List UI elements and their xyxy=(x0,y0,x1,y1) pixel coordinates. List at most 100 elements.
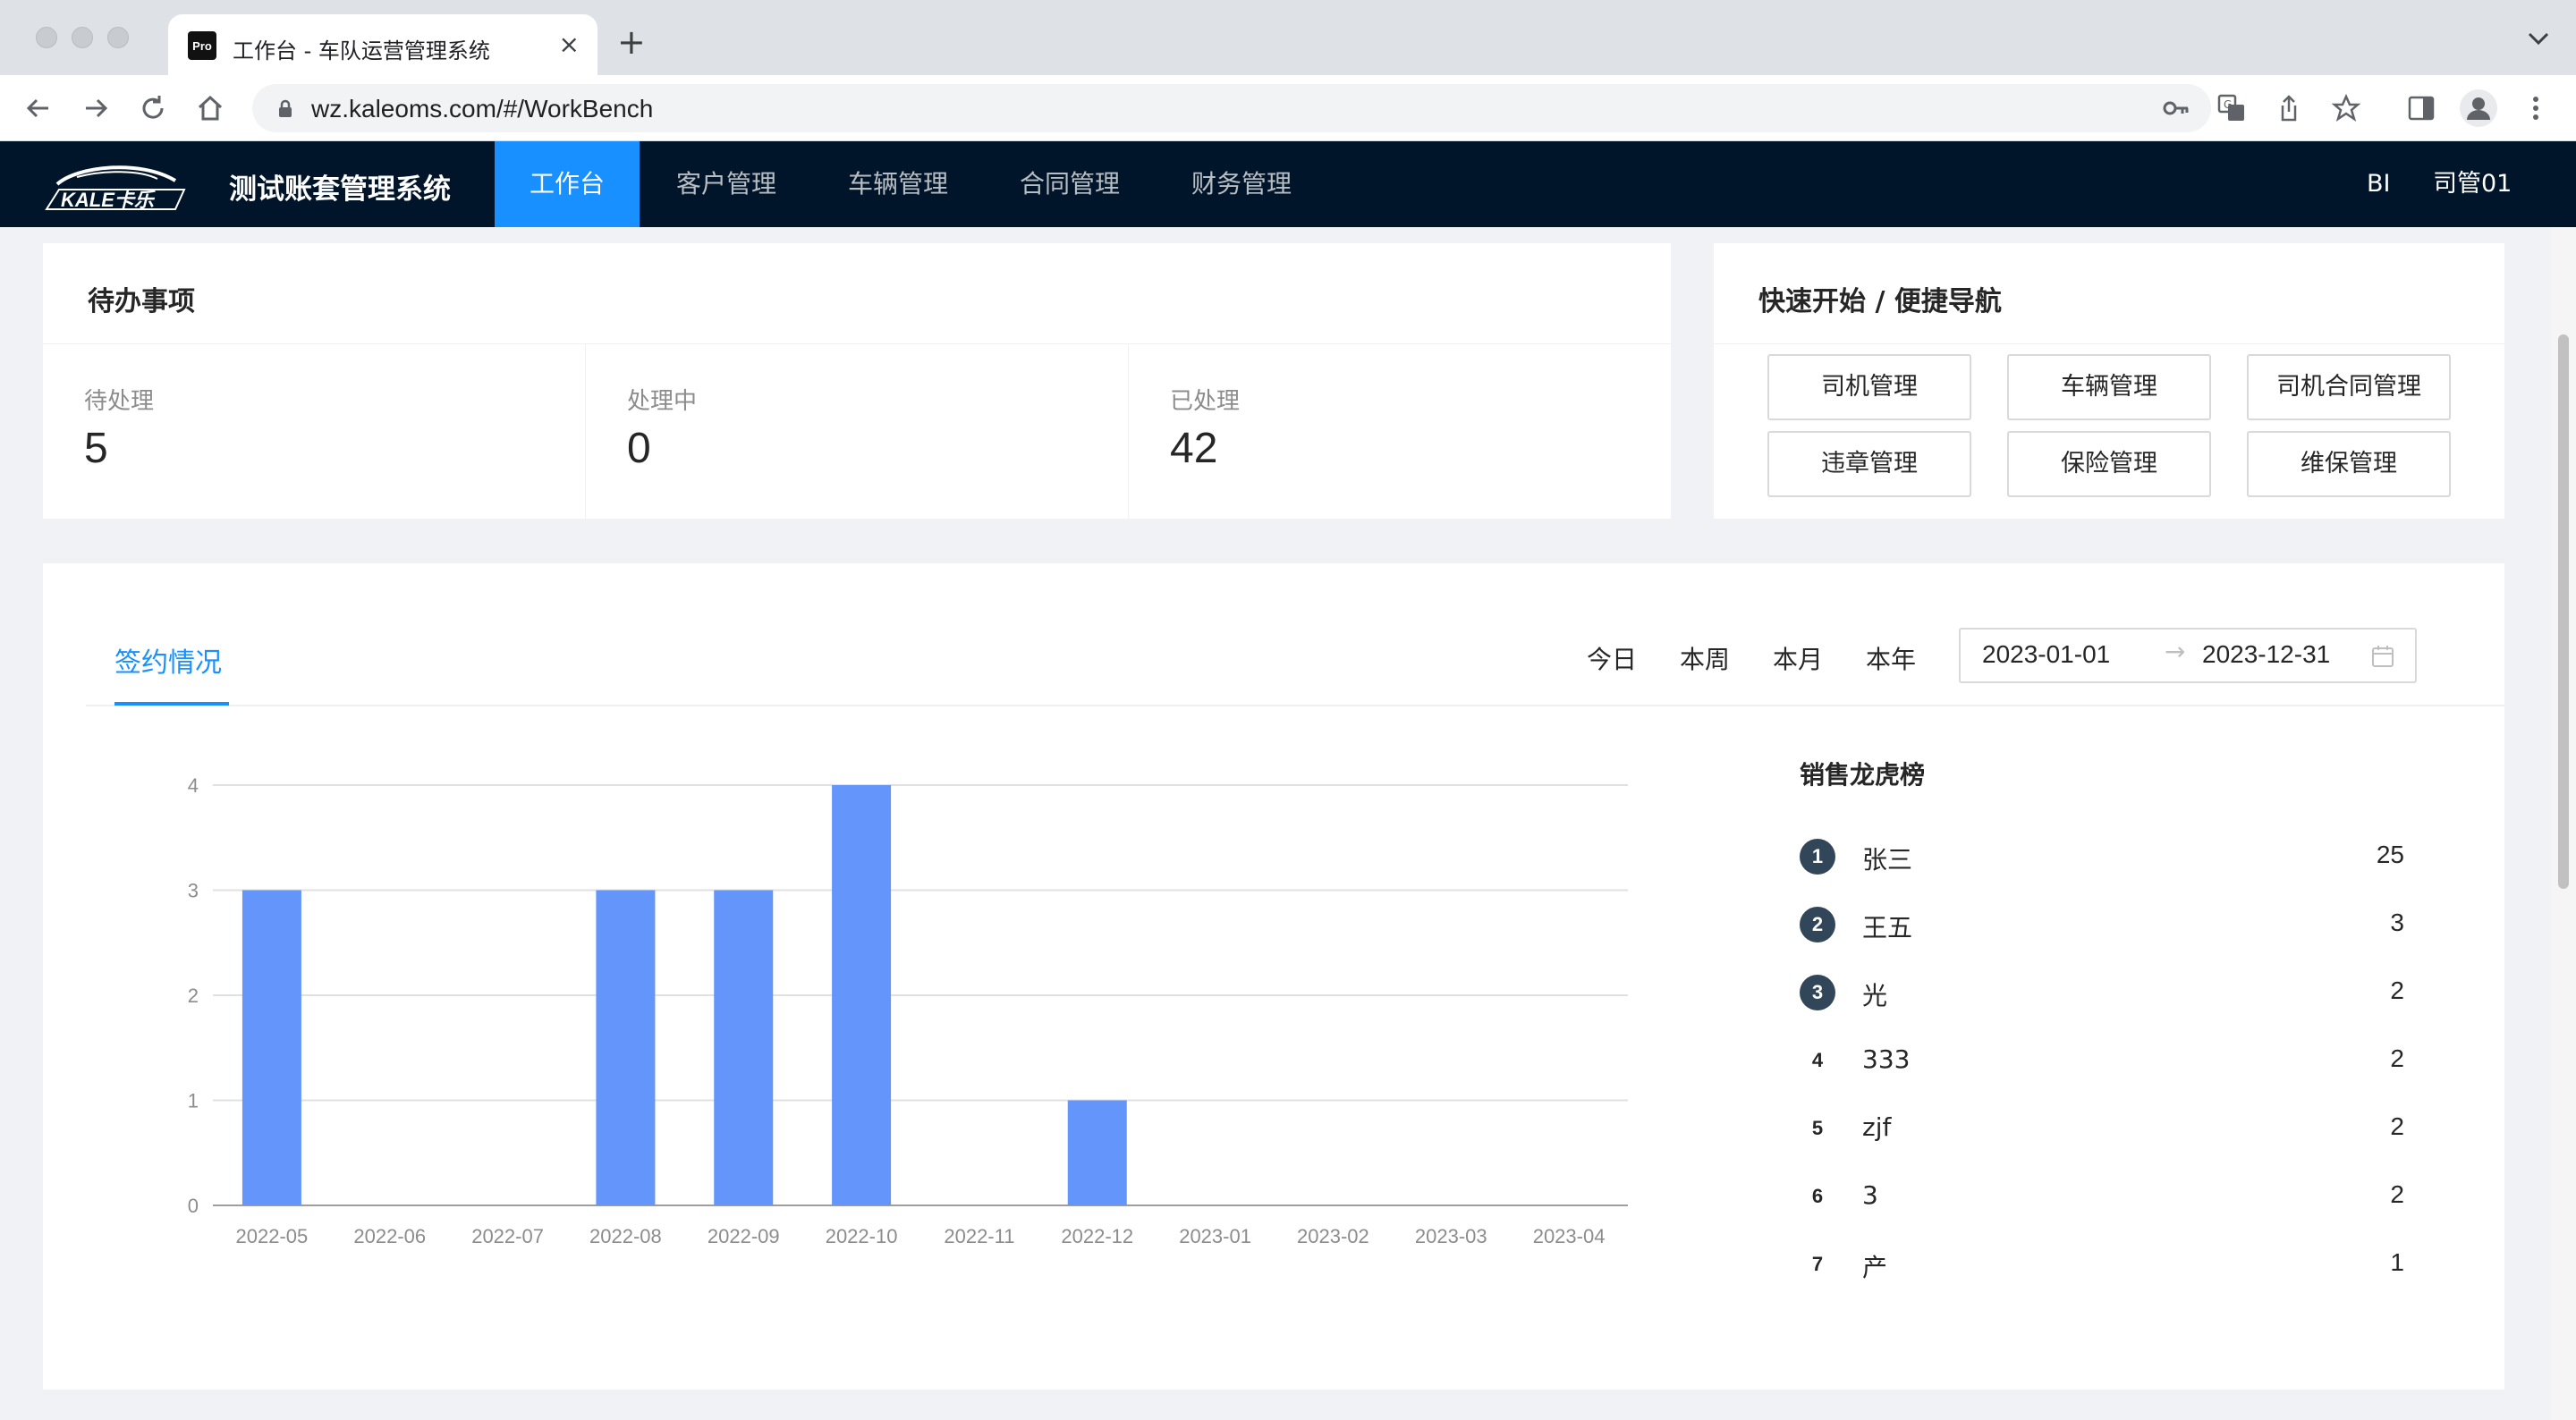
rank-name: 张三 xyxy=(1862,845,1913,875)
scrollbar-thumb[interactable] xyxy=(2558,334,2569,889)
signing-bar-chart: 0 1 2 3 4 2022-05 2022-06 2022-07 2022-08 2022-09… xyxy=(188,774,1628,1247)
menu-item-workbench[interactable]: 工作台 xyxy=(495,141,640,227)
window-maximize-button[interactable] xyxy=(107,27,129,48)
profile-person-icon xyxy=(2467,97,2490,120)
rank-score: 2 xyxy=(2390,1044,2404,1072)
page-scrollbar[interactable] xyxy=(2551,227,2576,1420)
menu-item-finance[interactable]: 财务管理 xyxy=(1177,141,1306,227)
calendar-icon xyxy=(2372,646,2394,667)
profile-avatar[interactable] xyxy=(2460,89,2497,127)
rank-badge: 6 xyxy=(1811,1185,1824,1207)
range-today[interactable]: 今日 xyxy=(1587,640,1637,676)
x-tick-label: 2022-10 xyxy=(826,1225,898,1247)
bi-link[interactable]: BI xyxy=(2367,141,2391,227)
translate-icon[interactable]: G xyxy=(2216,93,2247,123)
quick-nav-title: 快速开始 / 便捷导航 xyxy=(1758,286,2002,317)
rank-badge: 1 xyxy=(1800,839,1835,875)
quick-insurance-button[interactable]: 保险管理 xyxy=(2007,431,2211,497)
key-icon[interactable] xyxy=(2161,93,2191,123)
tab-active-indicator xyxy=(114,702,229,706)
new-tab-icon[interactable]: + xyxy=(617,25,646,59)
kale-logo[interactable]: KALE卡乐 xyxy=(41,157,193,213)
rank-name: zjf xyxy=(1862,1112,1892,1142)
browser-tab[interactable]: Pro 工作台 - 车队运营管理系统 × xyxy=(168,14,597,75)
quick-maintenance-button[interactable]: 维保管理 xyxy=(2247,431,2451,497)
rank-name: 333 xyxy=(1862,1044,1911,1074)
tab-signing[interactable]: 签约情况 xyxy=(114,640,222,680)
range-arrow-icon: → xyxy=(2165,637,2186,666)
menu-item-vehicles[interactable]: 车辆管理 xyxy=(834,141,962,227)
bar-2022-12[interactable] xyxy=(1067,1100,1127,1206)
todo-card: 待办事项 待处理 5 处理中 0 已处理 42 xyxy=(43,243,1671,519)
tab-close-icon[interactable]: × xyxy=(559,30,580,59)
stat-pending-label: 待处理 xyxy=(84,388,155,415)
stat-done-value: 42 xyxy=(1170,425,1218,472)
rank-name: 产 xyxy=(1862,1253,1888,1282)
menu-item-customers[interactable]: 客户管理 xyxy=(662,141,791,227)
ranking-row: 2 王五 3 xyxy=(1800,907,2404,942)
rank-score: 3 xyxy=(2390,909,2404,936)
svg-text:G: G xyxy=(2224,98,2232,111)
lock-icon xyxy=(279,99,292,117)
quick-nav-card: 快速开始 / 便捷导航 司机管理 车辆管理 司机合同管理 违章管理 保险管理 维… xyxy=(1714,243,2504,519)
y-tick-label: 0 xyxy=(188,1195,199,1217)
y-tick-label: 2 xyxy=(188,985,199,1007)
rank-badge: 3 xyxy=(1800,975,1835,1010)
rank-badge: 4 xyxy=(1811,1049,1824,1071)
window-minimize-button[interactable] xyxy=(72,27,93,48)
tab-search-chevron-icon[interactable] xyxy=(2526,27,2551,48)
rank-score: 25 xyxy=(2376,841,2404,868)
date-range-picker[interactable]: 2023-01-01 → 2023-12-31 xyxy=(1959,628,2417,683)
stat-pending[interactable]: 待处理 5 xyxy=(43,343,585,519)
back-arrow-icon[interactable] xyxy=(23,93,54,123)
app-header: KALE卡乐 测试账套管理系统 工作台 客户管理 车辆管理 合同管理 财务管理 … xyxy=(0,141,2576,227)
user-name[interactable]: 司管01 xyxy=(2433,141,2512,227)
ranking-row: 7 产 1 xyxy=(1800,1247,2404,1282)
side-panel-icon[interactable] xyxy=(2406,93,2436,123)
system-name: 测试账套管理系统 xyxy=(229,173,451,206)
tab-title: 工作台 - 车队运营管理系统 xyxy=(233,38,490,63)
url-text: wz.kaleoms.com/#/WorkBench xyxy=(311,95,654,123)
x-tick-label: 2022-06 xyxy=(353,1225,426,1247)
x-tick-label: 2023-01 xyxy=(1179,1225,1251,1247)
rank-badge: 2 xyxy=(1800,907,1835,942)
bar-2022-10[interactable] xyxy=(832,785,892,1205)
bar-2022-05[interactable] xyxy=(242,890,301,1206)
bookmark-star-icon[interactable] xyxy=(2331,93,2361,123)
date-end[interactable]: 2023-12-31 xyxy=(2202,640,2330,669)
quick-driver-contract-button[interactable]: 司机合同管理 xyxy=(2247,354,2451,420)
share-icon[interactable] xyxy=(2274,93,2304,123)
forward-arrow-icon[interactable] xyxy=(80,93,111,123)
date-start[interactable]: 2023-01-01 xyxy=(1982,640,2110,669)
address-bar[interactable]: wz.kaleoms.com/#/WorkBench G xyxy=(252,84,2361,132)
x-tick-label: 2022-08 xyxy=(589,1225,662,1247)
rank-name: 3 xyxy=(1862,1180,1878,1210)
range-week[interactable]: 本周 xyxy=(1680,640,1730,676)
y-tick-label: 3 xyxy=(188,880,199,902)
browser-toolbar: wz.kaleoms.com/#/WorkBench G xyxy=(0,75,2576,141)
stat-pending-value: 5 xyxy=(84,425,108,472)
quick-vehicle-button[interactable]: 车辆管理 xyxy=(2007,354,2211,420)
x-tick-label: 2023-04 xyxy=(1533,1225,1606,1247)
stat-processing-label: 处理中 xyxy=(627,388,698,415)
quick-nav-divider xyxy=(1714,343,2504,344)
ranking-title: 销售龙虎榜 xyxy=(1800,760,1926,790)
quick-violation-button[interactable]: 违章管理 xyxy=(1767,431,1971,497)
rank-badge: 7 xyxy=(1811,1253,1824,1275)
tabs-divider xyxy=(86,705,2504,706)
range-year[interactable]: 本年 xyxy=(1866,640,1916,676)
stat-processing[interactable]: 处理中 0 xyxy=(586,343,1128,519)
x-tick-label: 2022-05 xyxy=(236,1225,309,1247)
bar-2022-08[interactable] xyxy=(596,890,656,1206)
home-icon[interactable] xyxy=(195,93,225,123)
reload-icon[interactable] xyxy=(138,93,168,123)
ranking-row: 6 3 2 xyxy=(1800,1179,2404,1214)
range-month[interactable]: 本月 xyxy=(1773,640,1823,676)
stat-done[interactable]: 已处理 42 xyxy=(1129,343,1671,519)
window-close-button[interactable] xyxy=(36,27,57,48)
x-tick-label: 2022-09 xyxy=(708,1225,780,1247)
quick-driver-button[interactable]: 司机管理 xyxy=(1767,354,1971,420)
menu-item-contracts[interactable]: 合同管理 xyxy=(1005,141,1134,227)
bar-2022-09[interactable] xyxy=(714,890,774,1206)
browser-menu-icon[interactable] xyxy=(2521,93,2551,123)
